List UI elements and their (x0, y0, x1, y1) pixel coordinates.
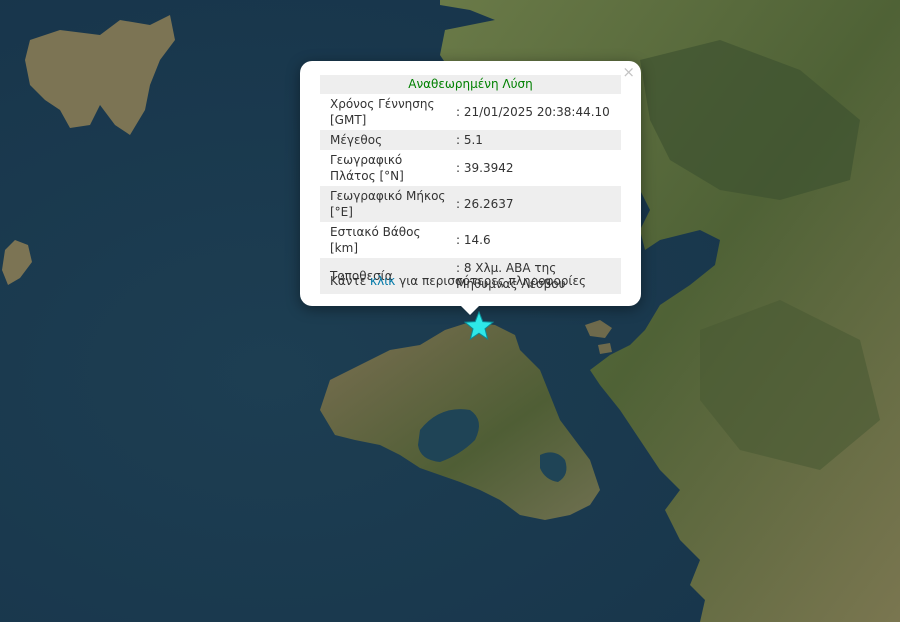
row-label: Μέγεθος (320, 130, 448, 150)
row-value: : 26.2637 (448, 186, 621, 222)
table-row: Μέγεθος : 5.1 (320, 130, 621, 150)
table-row: Γεωγραφικό Μήκος [°E] : 26.2637 (320, 186, 621, 222)
earthquake-popup: × Αναθεωρημένη Λύση Χρόνος Γέννησης [GMT… (300, 61, 641, 306)
row-value: : 39.3942 (456, 161, 514, 175)
row-value: : 14.6 (456, 233, 491, 247)
more-suffix: για περισσότερες πληροφορίες (395, 274, 586, 288)
row-value: : 5.1 (448, 130, 621, 150)
row-label: Γεωγραφικό Μήκος [°E] (320, 186, 448, 222)
popup-title: Αναθεωρημένη Λύση (320, 75, 621, 94)
row-label: Εστιακό Βάθος [km] (330, 225, 421, 255)
star-icon[interactable] (464, 311, 494, 341)
close-icon[interactable]: × (622, 63, 635, 81)
more-info-link[interactable]: κλικ (370, 274, 395, 288)
row-label: Γεωγραφικό Πλάτος [°N] (330, 153, 404, 183)
table-row: Γεωγραφικό Πλάτος [°N] : 39.3942 (320, 150, 621, 186)
more-info-text: Κάντε κλικ για περισσότερες πληροφορίες (330, 274, 586, 288)
table-row: Χρόνος Γέννησης [GMT] : 21/01/2025 20:38… (320, 94, 621, 130)
row-value: : 21/01/2025 20:38:44.10 (456, 105, 610, 119)
more-prefix: Κάντε (330, 274, 371, 288)
earthquake-info-table: Χρόνος Γέννησης [GMT] : 21/01/2025 20:38… (320, 94, 621, 294)
table-row: Εστιακό Βάθος [km] : 14.6 (320, 222, 621, 258)
row-label: Χρόνος Γέννησης [GMT] (330, 97, 435, 127)
